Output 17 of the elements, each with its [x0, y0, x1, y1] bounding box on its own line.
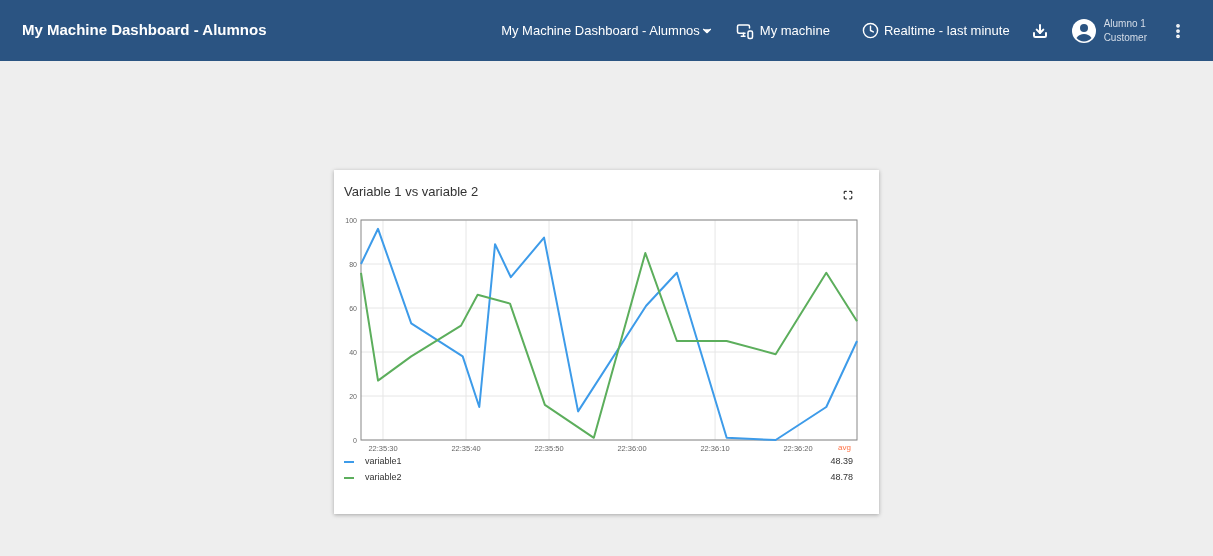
widget-title: Variable 1 vs variable 2	[344, 183, 479, 201]
user-avatar-icon[interactable]	[1071, 18, 1096, 43]
legend-label: variable2	[365, 470, 402, 484]
time-range-button[interactable]: Realtime - last minute	[861, 20, 1010, 41]
fullscreen-icon[interactable]	[843, 190, 853, 200]
legend-value: 48.78	[830, 470, 853, 484]
clock-icon	[861, 22, 879, 39]
user-role: Customer	[1103, 30, 1147, 45]
dashboard-title: My Machine Dashboard - Alumnos	[22, 20, 267, 41]
user-name: Alumno 1	[1103, 16, 1147, 31]
device-button[interactable]: My machine	[735, 20, 830, 41]
legend-value: 48.39	[830, 454, 853, 468]
dashboard-dropdown[interactable]: My Machine Dashboard - Alumnos	[501, 20, 714, 41]
download-icon[interactable]	[1031, 22, 1048, 39]
legend-label: variable1	[365, 454, 402, 468]
devices-icon	[735, 21, 754, 40]
legend-header: avg	[838, 441, 851, 454]
